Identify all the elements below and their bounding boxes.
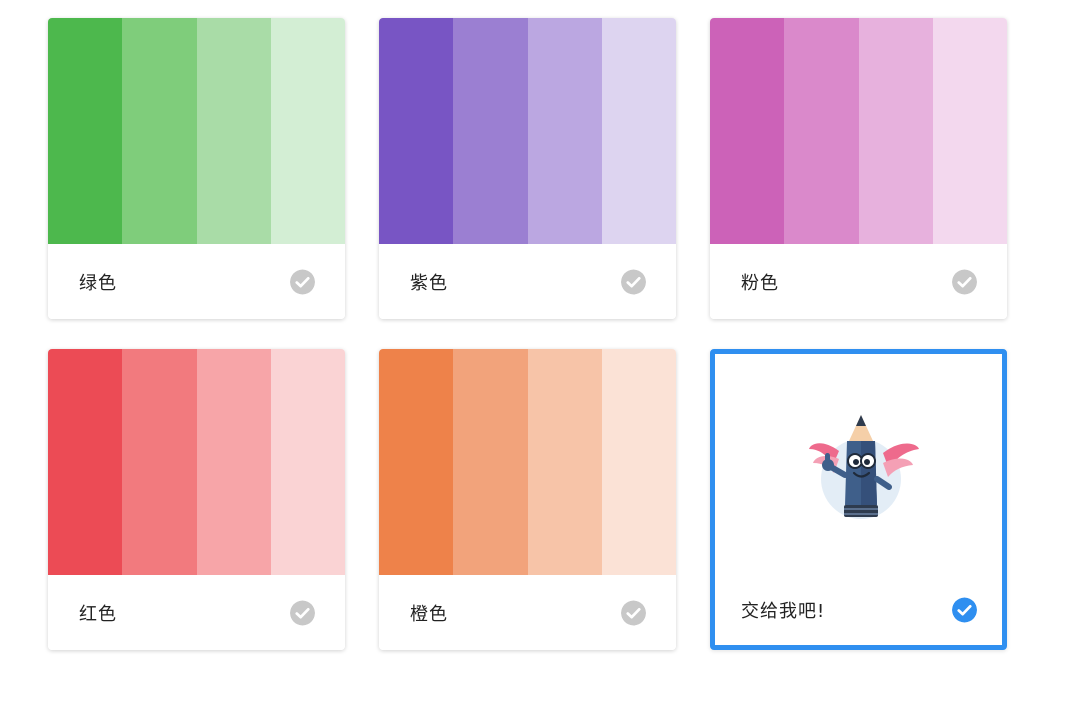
palette-card-auto[interactable]: 交给我吧! — [710, 349, 1007, 650]
swatch-1 — [379, 349, 454, 575]
card-label: 交给我吧! — [741, 601, 826, 622]
palette-card-red[interactable]: 红色 — [48, 349, 345, 650]
check-circle-icon — [290, 600, 315, 625]
check-circle-icon — [621, 600, 646, 625]
palette-card-purple[interactable]: 紫色 — [379, 18, 676, 319]
check-circle-icon — [952, 597, 977, 623]
swatch-4 — [601, 349, 676, 575]
check-circle-icon — [952, 269, 977, 294]
card-label: 绿色 — [79, 272, 117, 294]
palette-grid: 绿色 紫色 粉色 红色 橙色 交给我吧! — [0, 0, 1080, 703]
color-swatches — [379, 18, 676, 244]
card-label: 粉色 — [741, 272, 779, 294]
card-label: 橙色 — [410, 603, 448, 625]
swatch-2 — [453, 349, 528, 575]
card-footer: 粉色 — [710, 244, 1007, 319]
swatch-1 — [710, 18, 785, 244]
check-circle-icon — [621, 269, 646, 294]
swatch-3 — [196, 18, 271, 244]
swatch-2 — [453, 18, 528, 244]
card-footer: 紫色 — [379, 244, 676, 319]
swatch-3 — [196, 349, 271, 575]
swatch-4 — [270, 349, 345, 575]
swatch-4 — [270, 18, 345, 244]
color-swatches — [48, 18, 345, 244]
mascot-area — [715, 354, 1002, 575]
swatch-1 — [379, 18, 454, 244]
card-footer: 绿色 — [48, 244, 345, 319]
card-label: 红色 — [79, 603, 117, 625]
swatch-2 — [122, 349, 197, 575]
swatch-3 — [858, 18, 933, 244]
swatch-1 — [48, 349, 123, 575]
swatch-3 — [527, 18, 602, 244]
swatch-2 — [122, 18, 197, 244]
color-swatches — [48, 349, 345, 575]
swatch-3 — [527, 349, 602, 575]
pencil-mascot-icon — [809, 415, 919, 519]
card-footer: 红色 — [48, 575, 345, 650]
card-label: 紫色 — [410, 272, 448, 294]
swatch-2 — [784, 18, 859, 244]
check-circle-icon — [290, 269, 315, 294]
palette-card-pink[interactable]: 粉色 — [710, 18, 1007, 319]
palette-card-orange[interactable]: 橙色 — [379, 349, 676, 650]
swatch-4 — [601, 18, 676, 244]
card-footer: 交给我吧! — [715, 575, 1002, 645]
color-swatches — [379, 349, 676, 575]
swatch-4 — [932, 18, 1007, 244]
card-footer: 橙色 — [379, 575, 676, 650]
palette-card-green[interactable]: 绿色 — [48, 18, 345, 319]
color-swatches — [710, 18, 1007, 244]
swatch-1 — [48, 18, 123, 244]
